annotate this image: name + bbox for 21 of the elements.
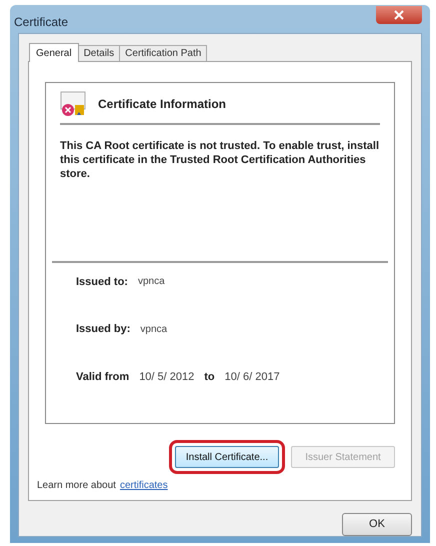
tab[interactable]: Details — [78, 45, 120, 61]
field-value: vpnca — [140, 322, 168, 337]
trust-warning-text: This CA Root certificate is not trusted. To enable trust, install this certificate in the Trusted Root Certification Authorities store. — [60, 139, 380, 181]
valid-to-date: 10/ 6/ 2017 — [224, 370, 280, 384]
info-heading: Certificate Information — [98, 96, 226, 113]
certificate-error-icon — [60, 91, 88, 117]
learn-more-text: Learn more about — [37, 479, 116, 493]
valid-to-label: to — [204, 370, 215, 384]
field-value: vpnca — [138, 275, 165, 290]
ok-button[interactable]: OK — [342, 513, 412, 536]
valid-from-label: Valid from — [76, 370, 130, 384]
valid-from-date: 10/ 5/ 2012 — [139, 370, 194, 384]
tab[interactable]: Certification Path — [119, 45, 208, 61]
dialog-button[interactable]: Install Certificate... — [175, 446, 279, 468]
field-label: Issued by: — [76, 322, 130, 337]
field-label: Issued to: — [76, 274, 128, 290]
tab[interactable]: General — [29, 43, 79, 62]
certificates-link[interactable]: certificates — [120, 478, 168, 493]
close-button[interactable] — [376, 6, 422, 24]
close-icon — [394, 10, 404, 20]
window-title: Certificate — [14, 14, 68, 31]
